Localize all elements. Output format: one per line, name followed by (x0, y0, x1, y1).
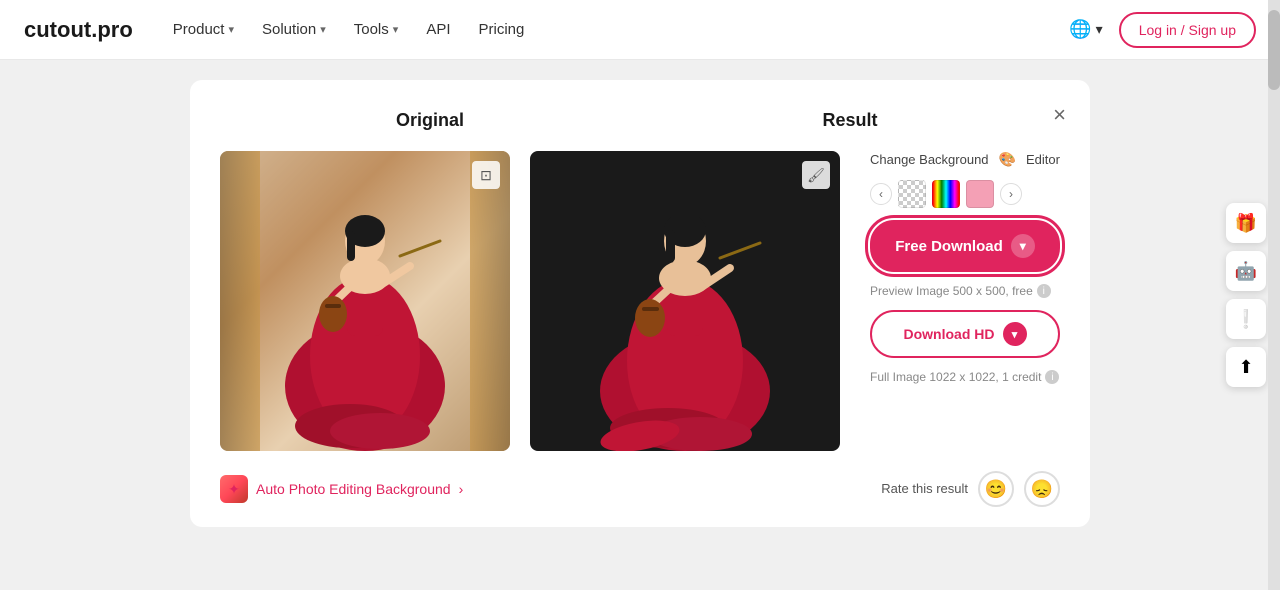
curtain-left (220, 151, 260, 451)
alert-button[interactable]: ❕ (1226, 299, 1266, 339)
full-image-text: Full Image 1022 x 1022, 1 credit i (870, 370, 1060, 384)
original-panel: ⊡ (220, 151, 510, 451)
swatch-prev-button[interactable]: ‹ (870, 183, 892, 205)
login-button[interactable]: Log in / Sign up (1119, 12, 1256, 48)
scrollbar-thumb[interactable] (1268, 10, 1280, 90)
upload-button[interactable]: ⬆ (1226, 347, 1266, 387)
original-image: ⊡ (220, 151, 510, 451)
swatch-pink[interactable] (966, 180, 994, 208)
curtain-right (470, 151, 510, 451)
auto-photo-link[interactable]: ✦ Auto Photo Editing Background › (220, 475, 463, 503)
chevron-down-icon: ▾ (320, 23, 326, 36)
brand-logo[interactable]: cutout.pro (24, 17, 133, 43)
original-bg (220, 151, 510, 451)
result-label: Result (640, 110, 1060, 131)
original-label: Original (220, 110, 640, 131)
chevron-down-icon: ▾ (228, 23, 234, 36)
chevron-down-icon: ▾ (1096, 21, 1103, 38)
panel-headers: Original Result (220, 110, 1060, 131)
controls-panel: Change Background 🎨 Editor ‹ › Free Down… (860, 151, 1060, 384)
free-download-label: Free Download (895, 238, 1003, 255)
bottom-bar: ✦ Auto Photo Editing Background › Rate t… (220, 467, 1060, 507)
editor-link[interactable]: Editor (1026, 152, 1060, 167)
chevron-down-icon: ▾ (393, 23, 399, 36)
float-sidebar: 🎁 🤖 ❕ ⬆ (1226, 203, 1266, 387)
palette-icon: 🎨 (999, 151, 1016, 168)
avatar-button[interactable]: 🤖 (1226, 251, 1266, 291)
happy-emoji-button[interactable]: 😊 (978, 471, 1014, 507)
sad-emoji-button[interactable]: 😞 (1024, 471, 1060, 507)
swatch-rainbow[interactable] (932, 180, 960, 208)
dropdown-arrow-icon: ▾ (1011, 234, 1035, 258)
avatar-icon: 🤖 (1235, 261, 1257, 282)
gift-icon: 🎁 (1235, 213, 1257, 234)
bg-controls: Change Background 🎨 Editor (870, 151, 1060, 168)
paint-icon[interactable]: 🖌 (802, 161, 830, 189)
nav-api[interactable]: API (426, 21, 450, 38)
nav-pricing[interactable]: Pricing (479, 21, 525, 38)
result-panel: 🖌 (530, 151, 840, 451)
swatch-next-button[interactable]: › (1000, 183, 1022, 205)
gift-button[interactable]: 🎁 (1226, 203, 1266, 243)
original-woman-figure (265, 156, 465, 451)
nav-menu: Product ▾ Solution ▾ Tools ▾ API Pricing (173, 21, 1069, 38)
close-button[interactable]: × (1053, 104, 1066, 126)
info-icon[interactable]: i (1037, 284, 1051, 298)
scrollbar[interactable] (1268, 0, 1280, 590)
result-woman-figure (580, 156, 790, 451)
arrow-right-icon: › (459, 481, 464, 497)
preview-text: Preview Image 500 x 500, free i (870, 284, 1060, 298)
upload-icon: ⬆ (1238, 357, 1253, 378)
translate-icon: 🌐 (1069, 19, 1091, 40)
nav-tools[interactable]: Tools ▾ (354, 21, 399, 38)
download-hd-button[interactable]: Download HD ▾ (870, 310, 1060, 358)
crop-icon[interactable]: ⊡ (472, 161, 500, 189)
images-area: ⊡ (220, 151, 1060, 451)
rate-section: Rate this result 😊 😞 (881, 471, 1060, 507)
navbar: cutout.pro Product ▾ Solution ▾ Tools ▾ … (0, 0, 1280, 60)
rate-label: Rate this result (881, 481, 968, 498)
color-swatches: ‹ › (870, 180, 1060, 208)
change-bg-label: Change Background (870, 152, 989, 167)
alert-icon: ❕ (1235, 309, 1257, 330)
download-hd-label: Download HD (904, 326, 995, 342)
swatch-transparent[interactable] (898, 180, 926, 208)
info-icon-2[interactable]: i (1045, 370, 1059, 384)
auto-photo-icon: ✦ (220, 475, 248, 503)
content-card: Original Result × (190, 80, 1090, 527)
auto-photo-label: Auto Photo Editing Background (256, 481, 451, 497)
navbar-actions: 🌐 ▾ Log in / Sign up (1069, 12, 1256, 48)
dropdown-arrow-pink-icon: ▾ (1003, 322, 1027, 346)
nav-product[interactable]: Product ▾ (173, 21, 234, 38)
result-image: 🖌 (530, 151, 840, 451)
nav-solution[interactable]: Solution ▾ (262, 21, 326, 38)
language-selector[interactable]: 🌐 ▾ (1069, 19, 1102, 40)
main-background: Original Result × (0, 60, 1280, 590)
free-download-button[interactable]: Free Download ▾ (870, 220, 1060, 272)
